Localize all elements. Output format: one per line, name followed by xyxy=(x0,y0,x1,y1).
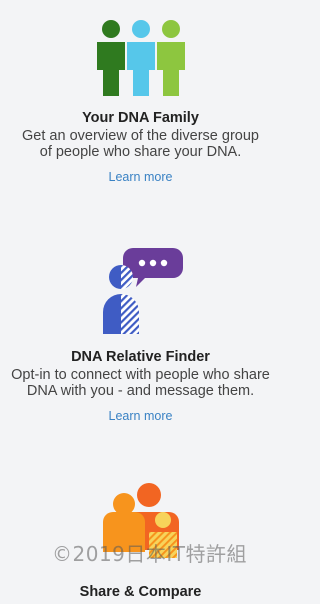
feature-description: Opt-in to connect with people who share … xyxy=(11,367,270,399)
family-group-icon xyxy=(0,18,281,98)
feature-description: Get an overview of the diverse group of … xyxy=(22,128,259,160)
feature-title: Share & Compare xyxy=(79,584,202,600)
relative-finder-chat-icon xyxy=(0,244,281,336)
learn-more-link[interactable]: Learn more xyxy=(109,409,173,423)
feature-share-compare: Share & Compare xyxy=(0,480,281,601)
feature-dna-family: Your DNA Family Get an overview of the d… xyxy=(0,18,281,186)
feature-title: DNA Relative Finder xyxy=(71,349,210,365)
feature-title: Your DNA Family xyxy=(82,110,199,126)
feature-relative-finder: DNA Relative Finder Opt-in to connect wi… xyxy=(0,244,281,425)
learn-more-link[interactable]: Learn more xyxy=(109,170,173,184)
share-compare-icon xyxy=(0,480,281,570)
